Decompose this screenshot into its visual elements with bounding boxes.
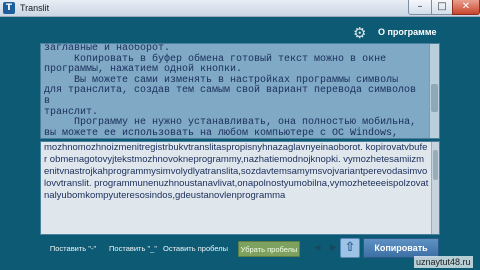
source-scrollbar-thumb[interactable]	[431, 84, 438, 112]
window-title: Translit	[20, 3, 50, 13]
gear-icon[interactable]: ⚙	[353, 25, 369, 41]
put-dash-button[interactable]: Поставить "-"	[40, 241, 106, 257]
app-window: T Translit – □ ✕ ⚙ О программе заглавные…	[0, 0, 480, 270]
about-link[interactable]: О программе	[378, 27, 437, 37]
arrow-left-icon[interactable]: ◂	[314, 240, 321, 256]
translit-text-area[interactable]: mozhnomozhnoizmenitregistrbukvtranslitas…	[40, 141, 440, 235]
arrow-up-icon[interactable]: ⇧	[340, 238, 360, 258]
minimize-button[interactable]: –	[408, 0, 432, 15]
source-scrollbar[interactable]	[429, 44, 439, 138]
remove-spaces-button[interactable]: Убрать пробелы	[238, 241, 300, 257]
source-text: заглавные и наоборот. Копировать в буфер…	[44, 43, 417, 139]
app-icon: T	[3, 2, 15, 14]
copy-button[interactable]: Копировать	[363, 238, 439, 258]
translit-text: mozhnomozhnoizmenitregistrbukvtranslitas…	[44, 142, 429, 201]
watermark-text: uznaytut48.ru	[414, 256, 473, 268]
keep-spaces-button[interactable]: Оставить пробелы	[163, 241, 228, 257]
close-button[interactable]: ✕	[452, 0, 480, 15]
title-bar[interactable]: T Translit – □ ✕	[0, 0, 480, 17]
translit-scrollbar-thumb[interactable]	[433, 150, 438, 180]
source-text-area[interactable]: заглавные и наоборот. Копировать в буфер…	[40, 43, 440, 139]
put-underscore-button[interactable]: Поставить "_"	[102, 241, 164, 257]
translit-scrollbar[interactable]	[431, 142, 439, 234]
arrow-right-icon[interactable]: ▸	[330, 240, 337, 256]
maximize-button[interactable]: □	[431, 0, 453, 15]
